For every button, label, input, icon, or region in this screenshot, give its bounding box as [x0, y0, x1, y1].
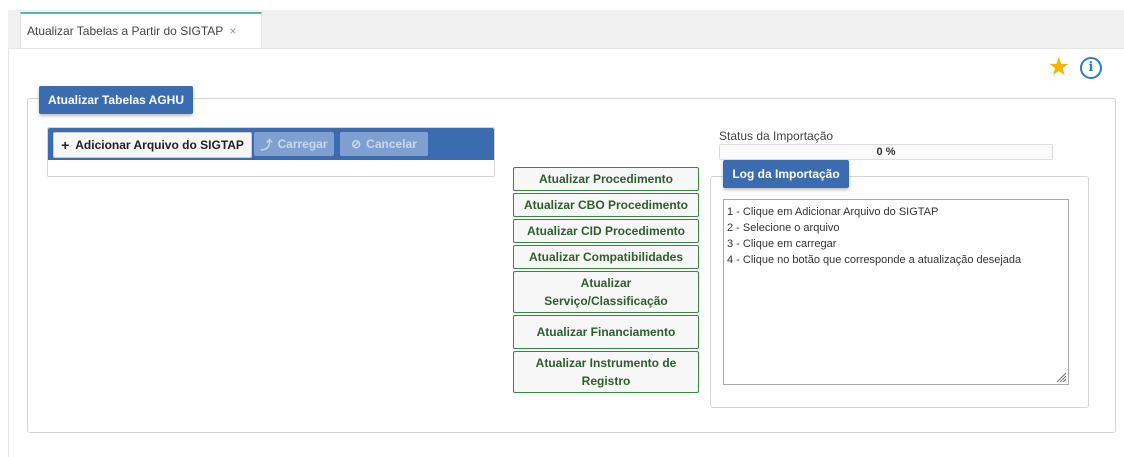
upload-toolbar: + Adicionar Arquivo do SIGTAP ⤴ Carregar…: [48, 128, 494, 160]
resize-handle-icon[interactable]: [1056, 372, 1066, 382]
add-file-label: Adicionar Arquivo do SIGTAP: [75, 138, 244, 152]
page-actions: ★ i: [1048, 55, 1102, 80]
tab-atualizar-tabelas[interactable]: Atualizar Tabelas a Partir do SIGTAP ×: [20, 12, 262, 48]
tab-bar: Atualizar Tabelas a Partir do SIGTAP ×: [8, 10, 1124, 49]
content-border: [8, 48, 9, 457]
import-log-textarea[interactable]: 1 - Clique em Adicionar Arquivo do SIGTA…: [723, 199, 1069, 385]
tab-label: Atualizar Tabelas a Partir do SIGTAP: [27, 24, 224, 38]
update-cid-procedimento-button[interactable]: Atualizar CID Procedimento: [513, 219, 699, 243]
import-progress-bar: 0 %: [719, 144, 1053, 160]
file-upload: + Adicionar Arquivo do SIGTAP ⤴ Carregar…: [47, 127, 495, 177]
upload-icon: ⤴: [260, 137, 273, 152]
log-line: 3 - Clique em carregar: [727, 238, 837, 250]
log-line: 1 - Clique em Adicionar Arquivo do SIGTA…: [727, 206, 939, 218]
log-line: 4 - Clique no botão que corresponde a at…: [727, 254, 1022, 266]
cancel-icon: ⊘: [351, 137, 362, 151]
update-cbo-procedimento-button[interactable]: Atualizar CBO Procedimento: [513, 193, 699, 217]
log-line: 2 - Selecione o arquivo: [727, 222, 840, 234]
import-status-label: Status da Importação: [719, 129, 834, 143]
load-label: Carregar: [277, 137, 328, 151]
close-icon[interactable]: ×: [229, 24, 236, 38]
panel-title: Atualizar Tabelas AGHU: [39, 86, 193, 114]
info-icon[interactable]: i: [1080, 56, 1102, 79]
update-procedimento-button[interactable]: Atualizar Procedimento: [513, 167, 699, 191]
star-icon[interactable]: ★: [1048, 55, 1070, 80]
cancel-button[interactable]: ⊘ Cancelar: [340, 132, 428, 156]
update-servico-classificacao-button[interactable]: Atualizar Serviço/Classificação: [513, 271, 699, 313]
update-instrumento-registro-button[interactable]: Atualizar Instrumento de Registro: [513, 351, 699, 393]
update-compatibilidades-button[interactable]: Atualizar Compatibilidades: [513, 245, 699, 269]
add-file-button[interactable]: + Adicionar Arquivo do SIGTAP: [53, 132, 252, 158]
plus-icon: +: [61, 137, 70, 153]
load-button[interactable]: ⤴ Carregar: [254, 132, 334, 156]
update-financiamento-button[interactable]: Atualizar Financiamento: [513, 315, 699, 349]
import-log-title: Log da Importação: [723, 160, 849, 188]
cancel-label: Cancelar: [366, 137, 417, 151]
progress-text: 0 %: [876, 146, 896, 158]
